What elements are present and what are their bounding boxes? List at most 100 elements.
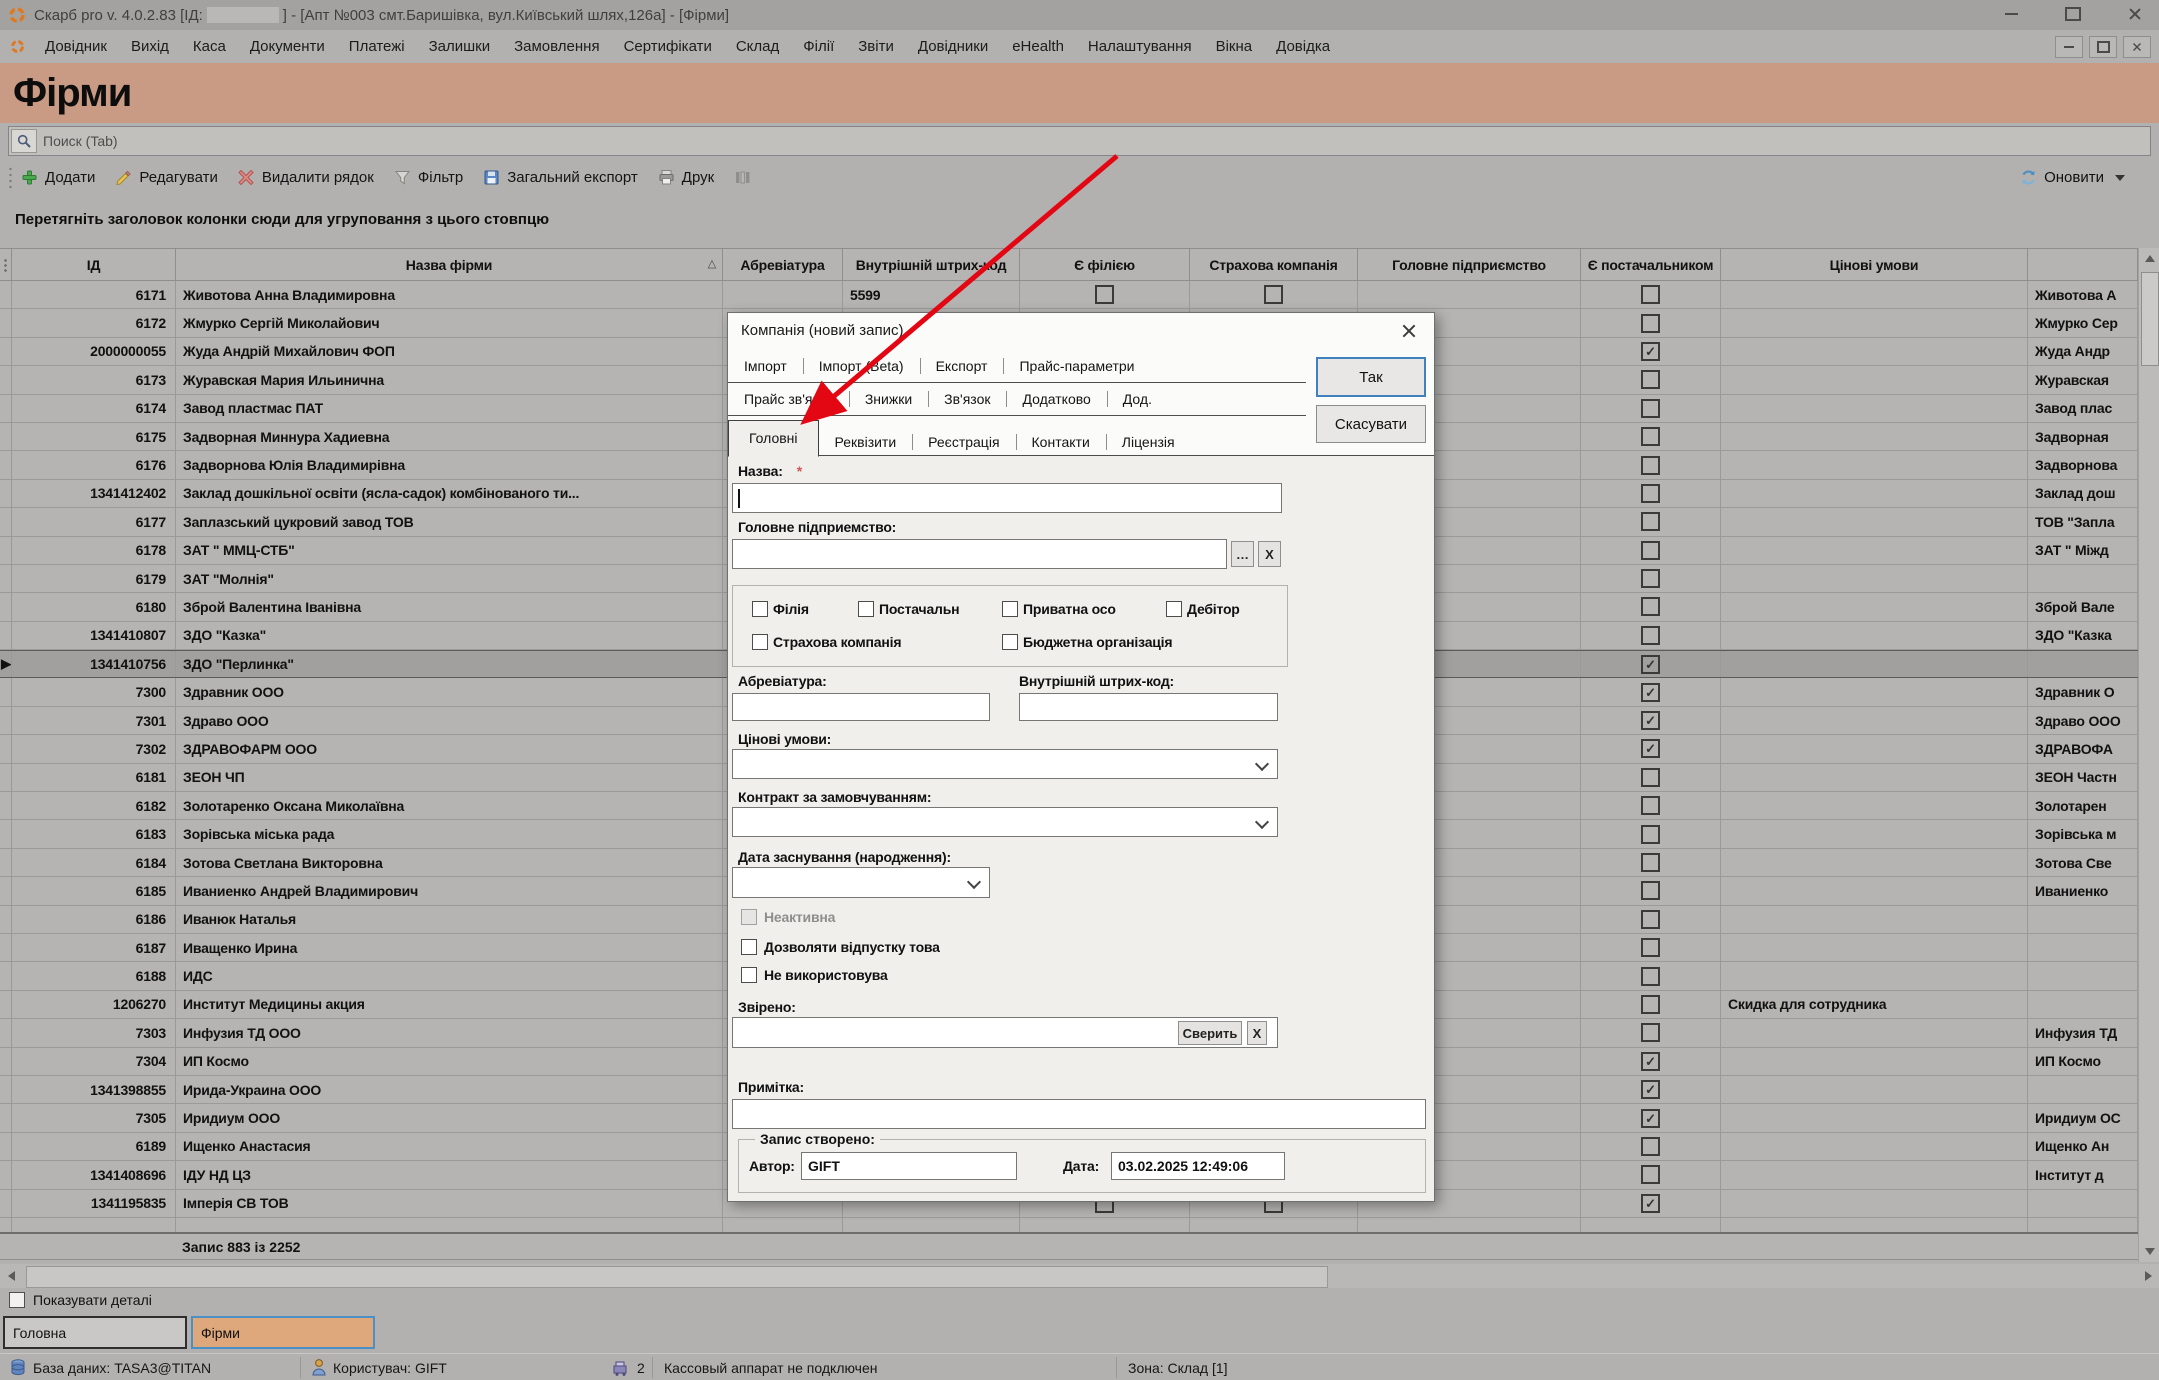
checkbox-supplier[interactable]	[1641, 796, 1660, 815]
vertical-scrollbar[interactable]	[2138, 248, 2159, 1262]
checkbox-supplier[interactable]	[1641, 597, 1660, 616]
tab-Реєстрація[interactable]: Реєстрація	[912, 428, 1015, 456]
scroll-left-button[interactable]	[0, 1264, 22, 1288]
minimize-button[interactable]	[1997, 3, 2025, 25]
toolbar-button-columns[interactable]	[734, 169, 751, 186]
tab-Ліцензія[interactable]: Ліцензія	[1106, 428, 1191, 456]
column-header-Назва фірми[interactable]: Назва фірми△	[176, 249, 723, 280]
search-input[interactable]	[41, 132, 2150, 150]
horizontal-scroll-thumb[interactable]	[26, 1266, 1328, 1288]
checkbox-supplier-checked[interactable]: ✓	[1641, 1194, 1660, 1213]
flag-Дебітор[interactable]: Дебітор	[1166, 601, 1240, 617]
not-use-checkbox-row[interactable]: Не використовува	[741, 967, 888, 983]
menu-item-Склад[interactable]: Склад	[724, 38, 791, 55]
scroll-right-button[interactable]	[2137, 1264, 2159, 1288]
mdi-restore-button[interactable]	[2089, 36, 2117, 58]
mdi-minimize-button[interactable]	[2055, 36, 2083, 58]
tab-Контакти[interactable]: Контакти	[1016, 428, 1106, 456]
checkbox-supplier[interactable]	[1641, 1137, 1660, 1156]
scroll-up-button[interactable]	[2139, 248, 2159, 269]
column-header-Цінові умови[interactable]: Цінові умови	[1721, 249, 2028, 280]
menu-item-Довідка[interactable]: Довідка	[1264, 38, 1342, 55]
menu-item-Довідники[interactable]: Довідники	[906, 38, 1000, 55]
column-chooser[interactable]	[0, 249, 12, 280]
flag-checkbox-Приватна осо[interactable]	[1002, 601, 1018, 617]
column-header-Абревіатура[interactable]: Абревіатура	[723, 249, 843, 280]
menu-item-Філії[interactable]: Філії	[791, 38, 846, 55]
tab-Імпорт (Beta)[interactable]: Імпорт (Beta)	[803, 352, 920, 380]
column-header-ІД[interactable]: ІД	[12, 249, 176, 280]
flag-checkbox-Філія[interactable]	[752, 601, 768, 617]
toolbar-drag-handle[interactable]	[8, 166, 13, 190]
menu-item-Вихід[interactable]: Вихід	[119, 38, 181, 55]
maximize-button[interactable]	[2059, 3, 2087, 25]
flag-Приватна осо[interactable]: Приватна осо	[1002, 601, 1116, 617]
checkbox-supplier[interactable]	[1641, 768, 1660, 787]
menu-item-Вікна[interactable]: Вікна	[1204, 38, 1265, 55]
checkbox-supplier[interactable]	[1641, 512, 1660, 531]
checkbox-supplier-checked[interactable]: ✓	[1641, 1052, 1660, 1071]
verify-button[interactable]: Сверить	[1178, 1021, 1242, 1045]
checkbox-supplier[interactable]	[1641, 1023, 1660, 1042]
menu-item-Звіти[interactable]: Звіти	[846, 38, 906, 55]
checkbox-supplier-checked[interactable]: ✓	[1641, 1109, 1660, 1128]
internal-barcode-input[interactable]	[1019, 693, 1278, 721]
parent-clear-button[interactable]: X	[1258, 541, 1281, 567]
tab-Прайс-параметри[interactable]: Прайс-параметри	[1003, 352, 1150, 380]
vertical-scroll-thumb[interactable]	[2141, 272, 2159, 366]
window-tab-Головна[interactable]: Головна	[3, 1316, 187, 1349]
menu-item-Сертифікати[interactable]: Сертифікати	[612, 38, 724, 55]
flag-Страхова компанія[interactable]: Страхова компанія	[752, 634, 901, 650]
menu-item-Налаштування[interactable]: Налаштування	[1076, 38, 1204, 55]
table-row[interactable]: 6171Животова Анна Владимировна5599Живото…	[0, 281, 2138, 309]
checkbox-supplier-checked[interactable]: ✓	[1641, 739, 1660, 758]
refresh-dropdown-arrow[interactable]	[2115, 175, 2125, 181]
column-header-Страхова компанія[interactable]: Страхова компанія	[1190, 249, 1358, 280]
parent-company-input[interactable]	[732, 539, 1227, 569]
toolbar-button-Загальний експорт[interactable]: Загальний експорт	[483, 169, 638, 186]
column-header-Є філією[interactable]: Є філією	[1020, 249, 1190, 280]
column-header-extra[interactable]	[2028, 249, 2138, 280]
checkbox-supplier[interactable]	[1641, 825, 1660, 844]
tab-Реквізити[interactable]: Реквізити	[819, 428, 913, 456]
menu-item-Замовлення[interactable]: Замовлення	[502, 38, 611, 55]
checkbox-supplier[interactable]	[1641, 626, 1660, 645]
tab-Експорт[interactable]: Експорт	[920, 352, 1004, 380]
flag-Бюджетна організація[interactable]: Бюджетна організація	[1002, 634, 1172, 650]
menu-item-Довідник[interactable]: Довідник	[33, 38, 119, 55]
column-header-Головне підприємство[interactable]: Головне підприємство	[1358, 249, 1581, 280]
menu-item-eHealth[interactable]: eHealth	[1000, 38, 1076, 55]
founded-date-select[interactable]	[732, 867, 990, 898]
search-box[interactable]	[8, 126, 2151, 156]
menu-item-Залишки[interactable]: Залишки	[417, 38, 503, 55]
flag-checkbox-Постачальн[interactable]	[858, 601, 874, 617]
checkbox-supplier[interactable]	[1641, 484, 1660, 503]
close-button[interactable]	[2121, 3, 2149, 25]
checkbox-branch[interactable]	[1095, 285, 1114, 304]
horizontal-scrollbar[interactable]	[0, 1264, 2159, 1288]
allow-dispense-checkbox[interactable]	[741, 939, 757, 955]
checkbox-supplier[interactable]	[1641, 1165, 1660, 1184]
toolbar-button-Фільтр[interactable]: Фільтр	[394, 169, 463, 186]
checkbox-supplier[interactable]	[1641, 456, 1660, 475]
price-terms-select[interactable]	[732, 749, 1278, 779]
menu-item-Каса[interactable]: Каса	[181, 38, 238, 55]
default-contract-select[interactable]	[732, 807, 1278, 837]
checkbox-supplier-checked[interactable]: ✓	[1641, 683, 1660, 702]
dialog-close-icon[interactable]	[1400, 322, 1418, 340]
window-tab-Фірми[interactable]: Фірми	[191, 1316, 375, 1349]
tab-Дод.[interactable]: Дод.	[1107, 385, 1168, 413]
flag-checkbox-Бюджетна організація[interactable]	[1002, 634, 1018, 650]
toolbar-button-Друк[interactable]: Друк	[658, 169, 714, 186]
checkbox-supplier[interactable]	[1641, 427, 1660, 446]
toolbar-button-Додати[interactable]: Додати	[21, 169, 95, 186]
checkbox-insurance[interactable]	[1264, 285, 1283, 304]
checkbox-supplier[interactable]	[1641, 967, 1660, 986]
tab-Прайс зв'язки[interactable]: Прайс зв'язки	[728, 385, 849, 413]
tab-Знижки[interactable]: Знижки	[849, 385, 928, 413]
checkbox-supplier-checked[interactable]: ✓	[1641, 711, 1660, 730]
column-header-Є постачальником[interactable]: Є постачальником	[1581, 249, 1721, 280]
checkbox-supplier[interactable]	[1641, 938, 1660, 957]
toolbar-button-Видалити рядок[interactable]: Видалити рядок	[238, 169, 374, 186]
menu-item-Платежі[interactable]: Платежі	[337, 38, 417, 55]
